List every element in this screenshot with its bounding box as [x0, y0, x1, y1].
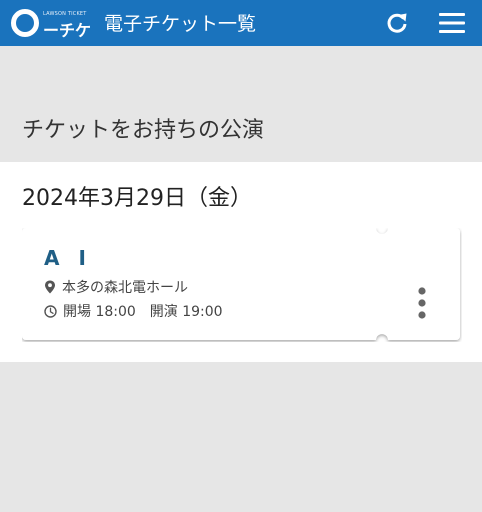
hamburger-menu-icon	[439, 13, 465, 33]
ticket-title: A I	[44, 246, 92, 270]
ticket-card[interactable]: A I 本多の森北電ホール 開場 18:00 開演 19:00	[22, 228, 460, 340]
time-row: 開場 18:00 開演 19:00	[44, 302, 223, 320]
lawson-ticket-logo[interactable]: LAWSON TICKET ーチケ	[10, 6, 95, 40]
page-title: 電子チケット一覧	[104, 13, 257, 35]
venue-row: 本多の森北電ホール	[44, 278, 188, 296]
refresh-icon	[387, 13, 407, 33]
section-heading: チケットをお持ちの公演	[22, 118, 265, 143]
more-vertical-icon	[418, 287, 426, 319]
app-header: LAWSON TICKET ーチケ 電子チケット一覧	[0, 0, 482, 46]
venue-name: 本多の森北電ホール	[62, 280, 188, 296]
ticket-more-button[interactable]	[414, 286, 430, 322]
location-pin-icon	[45, 280, 55, 294]
clock-icon	[44, 304, 57, 318]
logo-o-mark	[11, 9, 39, 37]
refresh-button[interactable]	[383, 9, 411, 37]
event-date: 2024年3月29日（金）	[22, 186, 252, 211]
logo-text: ーチケ	[43, 21, 92, 40]
app-screen: LAWSON TICKET ーチケ 電子チケット一覧 チケットをお持ちの公演 2…	[0, 0, 482, 512]
menu-button[interactable]	[438, 10, 466, 36]
event-date-panel: 2024年3月29日（金） A I 本多の森北電ホール 開場 18:00 開演 …	[0, 162, 482, 362]
show-start-time: 開演 19:00	[149, 304, 223, 320]
doors-open-time: 開場 18:00	[63, 304, 136, 320]
